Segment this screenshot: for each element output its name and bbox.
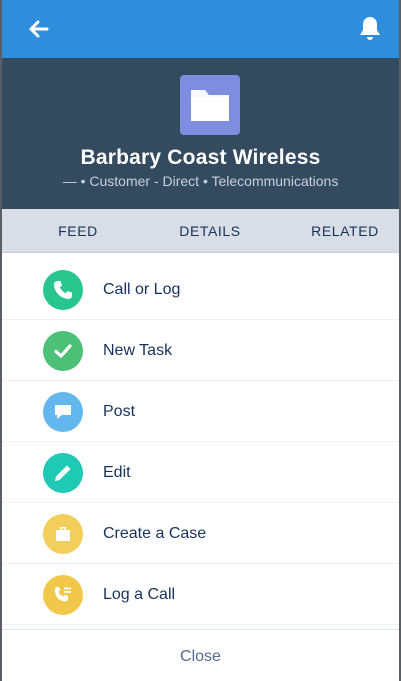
record-subtitle: — • Customer - Direct • Telecommunicatio… xyxy=(62,173,339,189)
action-label: Call or Log xyxy=(103,281,181,298)
mobile-screen: Barbary Coast Wireless — • Customer - Di… xyxy=(0,0,401,681)
action-list: Call or Log New Task Post Edit Create a … xyxy=(2,260,399,625)
tab-bar: FEED DETAILS RELATED xyxy=(2,209,399,253)
action-post[interactable]: Post xyxy=(2,382,399,442)
footer-bar: Close xyxy=(2,629,399,681)
log-call-icon xyxy=(43,575,83,615)
action-create-a-case[interactable]: Create a Case xyxy=(2,504,399,564)
back-arrow-icon[interactable] xyxy=(27,17,51,41)
action-label: Edit xyxy=(103,464,131,481)
action-label: Create a Case xyxy=(103,525,207,542)
action-label: Post xyxy=(103,403,136,420)
notification-bell-icon[interactable] xyxy=(357,15,383,43)
tab-details[interactable]: DETAILS xyxy=(162,209,258,253)
record-header: Barbary Coast Wireless — • Customer - Di… xyxy=(2,58,399,209)
briefcase-icon xyxy=(43,514,83,554)
action-log-a-call[interactable]: Log a Call xyxy=(2,565,399,625)
action-new-task[interactable]: New Task xyxy=(2,321,399,381)
check-icon xyxy=(43,331,83,371)
action-edit[interactable]: Edit xyxy=(2,443,399,503)
action-call-or-log[interactable]: Call or Log xyxy=(2,260,399,320)
close-button[interactable]: Close xyxy=(2,630,399,681)
chat-bubble-icon xyxy=(43,392,83,432)
tab-related[interactable]: RELATED xyxy=(300,209,390,253)
top-nav-bar xyxy=(2,0,399,58)
folder-icon xyxy=(180,75,240,135)
action-label: New Task xyxy=(103,342,173,359)
tab-feed[interactable]: FEED xyxy=(38,209,118,253)
phone-icon xyxy=(43,270,83,310)
action-label: Log a Call xyxy=(103,586,176,603)
record-title: Barbary Coast Wireless xyxy=(80,146,321,169)
pencil-icon xyxy=(43,453,83,493)
